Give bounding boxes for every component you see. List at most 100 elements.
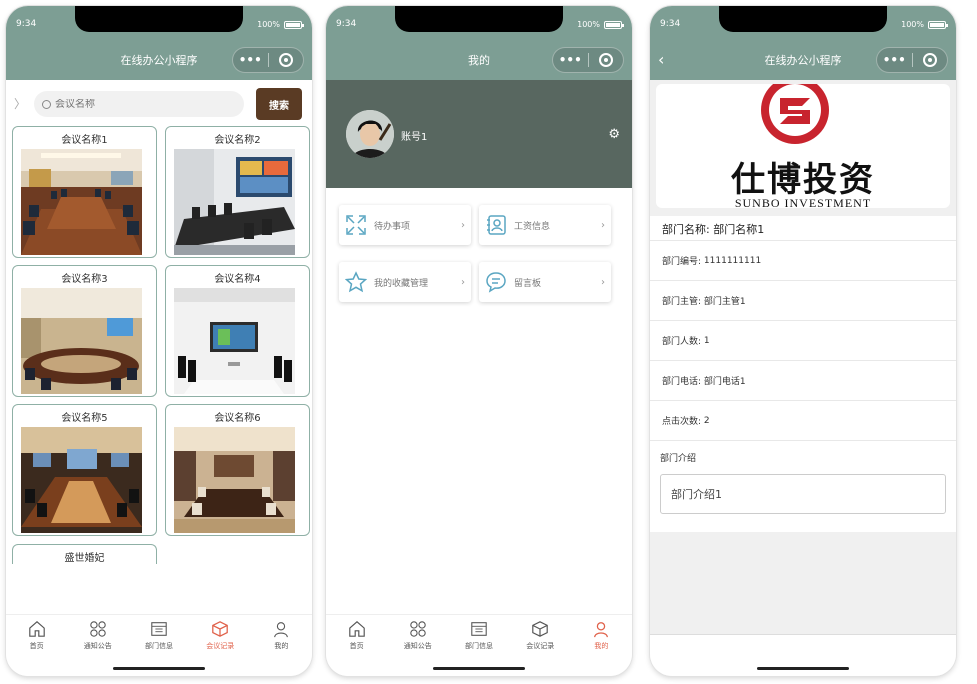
phone-my-profile: 9:34 100% 我的 ••• 账号1 ⚙ 待办事项 › 工资信息 › 我的收… <box>326 6 632 676</box>
tab-label: 首页 <box>29 642 44 650</box>
meeting-card-partial[interactable]: 盛世婚妃 <box>12 544 157 564</box>
search-box[interactable] <box>34 91 244 117</box>
nav-bar: ‹ 在线办公小程序 ••• <box>650 40 956 80</box>
miniprogram-capsule: ••• <box>552 47 624 73</box>
more-icon[interactable]: ••• <box>553 53 588 67</box>
chevron-right-icon: › <box>461 219 465 231</box>
meeting-card[interactable]: 会议名称2 <box>165 126 310 258</box>
home-icon <box>28 621 45 637</box>
info-label: 点击次数: <box>662 417 702 427</box>
more-icon[interactable]: ••• <box>233 53 268 67</box>
menu-todo[interactable]: 待办事项 › <box>339 205 471 245</box>
search-icon <box>42 99 51 109</box>
info-label: 部门主管: <box>662 297 702 307</box>
department-logo: 仕博投资 SUNBO INVESTMENT <box>656 84 950 208</box>
info-value: 1111111111 <box>703 255 762 266</box>
notch <box>719 6 887 32</box>
tab-label: 我的 <box>594 642 609 650</box>
user-icon <box>274 622 289 638</box>
notch <box>395 6 563 32</box>
meeting-room-image <box>174 427 295 533</box>
battery-indicator: 100% <box>577 20 624 29</box>
close-miniprogram-icon[interactable] <box>913 53 948 67</box>
close-miniprogram-icon[interactable] <box>269 53 304 67</box>
info-row-clicks: 点击次数: 2 <box>650 400 956 440</box>
menu-favorites[interactable]: 我的收藏管理 › <box>339 262 471 302</box>
meeting-card[interactable]: 会议名称1 <box>12 126 157 258</box>
info-row-manager: 部门主管: 部门主管1 <box>650 280 956 320</box>
meeting-card-name: 会议名称3 <box>61 274 108 285</box>
tab-label: 通知公告 <box>83 642 112 650</box>
nav-bar: 我的 ••• <box>326 40 632 80</box>
search-row: 〉 搜索 <box>6 84 312 124</box>
tab-label: 我的 <box>274 642 289 650</box>
battery-text: 100% <box>257 20 280 29</box>
chevron-right-icon[interactable]: 〉 <box>14 95 26 112</box>
meeting-card[interactable]: 会议名称6 <box>165 404 310 536</box>
home-indicator <box>433 667 525 670</box>
meeting-card[interactable]: 会议名称4 <box>165 265 310 397</box>
notch <box>75 6 243 32</box>
meeting-card[interactable]: 会议名称3 <box>12 265 157 397</box>
logo-english-text: SUNBO INVESTMENT <box>734 196 872 208</box>
tab-home[interactable]: 首页 <box>6 615 67 676</box>
meeting-room-image <box>21 149 142 255</box>
chat-icon <box>486 272 506 293</box>
tab-label: 通知公告 <box>403 642 432 650</box>
contact-card-icon <box>487 215 506 235</box>
info-value: 1 <box>703 335 710 346</box>
menu-label: 我的收藏管理 <box>374 278 429 289</box>
meeting-card[interactable]: 会议名称5 <box>12 404 157 536</box>
tab-mine[interactable]: 我的 <box>251 615 312 676</box>
meeting-card-name: 会议名称6 <box>214 413 261 424</box>
calendar-icon <box>471 622 487 636</box>
star-icon <box>345 271 367 293</box>
info-row-phone: 部门电话: 部门电话1 <box>650 360 956 400</box>
phone-meeting-list: 9:34 100% 在线办公小程序 ••• 〉 搜索 会议名称1 <box>6 6 312 676</box>
tab-home[interactable]: 首页 <box>326 615 387 676</box>
menu-message-board[interactable]: 留言板 › <box>479 262 611 302</box>
search-input[interactable] <box>55 98 215 110</box>
logo-chinese-text: 仕博投资 <box>731 160 875 200</box>
home-icon <box>348 621 365 637</box>
meeting-card-name: 会议名称4 <box>214 274 261 285</box>
tab-label: 会议记录 <box>206 642 235 650</box>
search-button[interactable]: 搜索 <box>256 88 302 120</box>
department-name-label: 部门名称: <box>662 223 710 236</box>
nav-bar: 在线办公小程序 ••• <box>6 40 312 80</box>
department-name-value: 部门名称1 <box>713 223 765 236</box>
tab-label: 部门信息 <box>145 642 173 650</box>
info-label: 部门电话: <box>662 377 702 387</box>
home-indicator <box>113 667 205 670</box>
info-label: 部门编号: <box>662 257 702 267</box>
tab-label: 部门信息 <box>465 642 493 650</box>
menu-salary[interactable]: 工资信息 › <box>479 205 611 245</box>
more-icon[interactable]: ••• <box>877 53 912 67</box>
grid-icon <box>90 621 106 637</box>
battery-text: 100% <box>577 20 600 29</box>
status-time: 9:34 <box>660 19 681 29</box>
tab-mine[interactable]: 我的 <box>571 615 632 676</box>
status-time: 9:34 <box>16 19 37 29</box>
meeting-room-image <box>174 149 295 255</box>
info-row-headcount: 部门人数: 1 <box>650 320 956 360</box>
meeting-card-name: 会议名称5 <box>61 413 108 424</box>
cube-icon <box>212 621 229 637</box>
avatar[interactable] <box>346 110 394 158</box>
calendar-icon <box>151 622 167 636</box>
intro-text-field[interactable]: 部门介绍1 <box>660 474 946 514</box>
miniprogram-capsule: ••• <box>876 47 948 73</box>
intro-label: 部门介绍 <box>660 454 697 464</box>
info-value: 部门电话1 <box>703 377 746 387</box>
miniprogram-capsule: ••• <box>232 47 304 73</box>
profile-header: 账号1 ⚙ <box>326 80 632 188</box>
info-label: 部门人数: <box>662 337 702 347</box>
department-name: 部门名称: 部门名称1 <box>650 216 956 240</box>
department-intro: 部门介绍 部门介绍1 <box>650 440 956 532</box>
close-miniprogram-icon[interactable] <box>589 53 624 67</box>
status-time: 9:34 <box>336 19 357 29</box>
home-indicator <box>757 667 849 670</box>
tab-label: 首页 <box>349 642 364 650</box>
user-icon <box>594 622 609 638</box>
gear-icon[interactable]: ⚙ <box>608 127 620 142</box>
